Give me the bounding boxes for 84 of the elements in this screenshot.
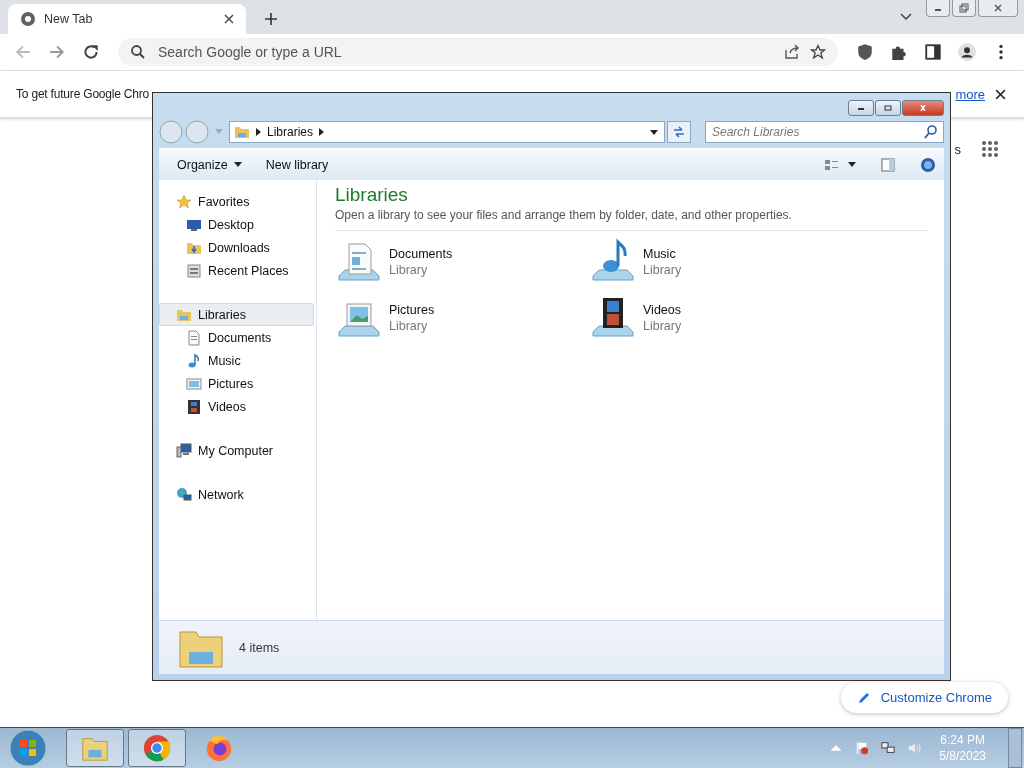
customize-chrome-button[interactable]: Customize Chrome (840, 682, 1008, 713)
firefox-icon (204, 733, 234, 763)
caret-icon (233, 162, 242, 167)
computer-icon (176, 442, 192, 459)
reload-icon[interactable] (82, 43, 100, 61)
library-type: Library (389, 263, 429, 277)
picture-icon (186, 375, 202, 392)
close-icon (918, 105, 928, 111)
nav-item[interactable]: Network (159, 483, 314, 506)
address-field[interactable]: Libraries (229, 121, 665, 143)
library-type: Library (643, 263, 682, 277)
search-input[interactable]: Search Libraries (712, 125, 917, 139)
start-button[interactable] (8, 728, 48, 768)
flag-icon[interactable] (855, 741, 870, 755)
close-button[interactable] (902, 100, 944, 116)
address-bar[interactable]: Search Google or type a URL (118, 38, 838, 66)
breadcrumb[interactable]: Libraries (267, 125, 314, 139)
browser-tab[interactable]: New Tab (8, 4, 246, 34)
help-icon[interactable] (920, 156, 936, 173)
content-description: Open a library to see your files and arrange them by folder, date, and other properties. (335, 206, 928, 231)
search-field[interactable]: Search Libraries (705, 121, 944, 143)
library-name[interactable]: Pictures (389, 303, 435, 317)
refresh-button[interactable] (667, 121, 691, 143)
taskbar-button[interactable] (128, 729, 186, 767)
library-name[interactable]: Videos (643, 303, 682, 317)
command-button[interactable]: New library (257, 154, 337, 175)
restore-icon (959, 3, 969, 13)
profile-icon[interactable] (958, 43, 976, 61)
music-note-icon (186, 352, 202, 369)
shield-icon[interactable] (856, 43, 874, 61)
close-icon[interactable] (995, 88, 1006, 100)
learn-more-link[interactable]: more (955, 86, 985, 102)
nav-item[interactable]: Libraries (159, 303, 314, 326)
document-icon (186, 329, 202, 346)
header-link[interactable]: s (954, 141, 961, 157)
side-panel-icon[interactable] (924, 43, 942, 61)
breadcrumb-arrow-icon[interactable] (256, 128, 261, 136)
new-tab-icon[interactable] (264, 12, 278, 26)
dropdown-icon[interactable] (650, 129, 658, 135)
forward-arrow-icon[interactable] (48, 43, 66, 61)
minimize-button[interactable] (848, 100, 874, 116)
content-title: Libraries (335, 184, 409, 206)
library-icon (234, 124, 250, 140)
nav-item[interactable]: Favorites (159, 190, 314, 213)
film-icon (186, 398, 202, 415)
nav-item[interactable]: Recent Places (159, 259, 314, 282)
restore-button[interactable] (952, 0, 976, 17)
nav-item[interactable]: Documents (159, 326, 314, 349)
breadcrumb-arrow-icon[interactable] (319, 128, 325, 136)
tab-title: New Tab (44, 12, 94, 26)
nav-item[interactable]: Desktop (159, 213, 314, 236)
recent-places-icon (186, 262, 202, 279)
network-icon (176, 486, 192, 503)
maximize-button[interactable] (875, 100, 901, 116)
nav-item[interactable]: Pictures (159, 372, 314, 395)
nav-item[interactable]: Downloads (159, 236, 314, 259)
library-name[interactable]: Music (643, 247, 682, 261)
chevron-down-icon[interactable] (900, 13, 912, 21)
nav-item[interactable]: Music (159, 349, 314, 372)
address-input[interactable]: Search Google or type a URL (156, 43, 774, 61)
pencil-icon (856, 690, 871, 705)
library-type: Library (643, 319, 682, 333)
apps-grid-icon[interactable] (981, 140, 999, 158)
refresh-icon (672, 125, 686, 139)
minimize-button[interactable] (926, 0, 950, 17)
item-count: 4 items (239, 640, 280, 655)
taskbar-button[interactable] (66, 729, 124, 767)
search-icon (130, 44, 146, 60)
command-button[interactable]: Organize (169, 154, 250, 175)
close-icon (993, 3, 1003, 13)
minimize-icon (856, 105, 866, 111)
share-icon[interactable] (784, 44, 800, 60)
search-icon (923, 124, 939, 140)
nav-item[interactable]: Videos (159, 395, 314, 418)
infobar-message: To get future Google Chro (16, 87, 150, 101)
library-name[interactable]: Documents (389, 247, 453, 261)
star-icon (176, 193, 192, 210)
close-icon[interactable] (224, 14, 234, 24)
maximize-icon (883, 105, 893, 111)
nav-item[interactable]: My Computer (159, 439, 314, 462)
library-type: Library (389, 319, 429, 333)
star-icon[interactable] (810, 44, 826, 60)
network-icon[interactable] (881, 741, 896, 755)
caret-icon[interactable] (848, 162, 856, 167)
